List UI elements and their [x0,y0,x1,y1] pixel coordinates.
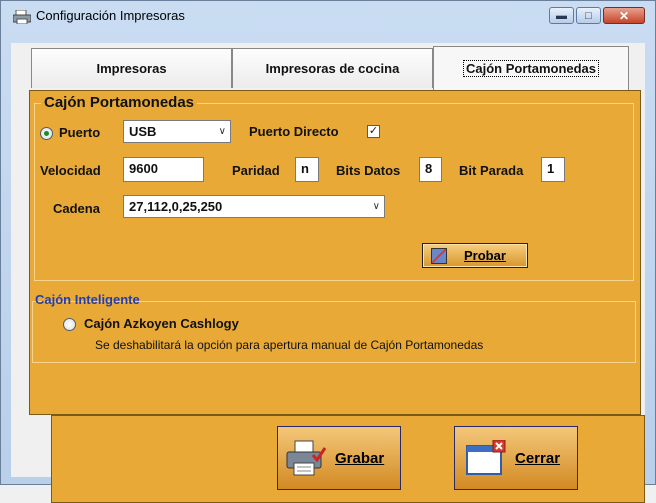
cajon-groupbox: Cajón Portamonedas Puerto USB ∨ Puerto D… [34,94,634,281]
close-icon: ✕ [618,8,630,23]
velocidad-label: Velocidad [40,163,101,178]
maximize-icon: □ [585,9,592,22]
test-icon [431,247,447,264]
tab-impresoras-cocina[interactable]: Impresoras de cocina [232,48,433,88]
window-title: Configuración Impresoras [36,8,185,23]
inteligente-legend: Cajón Inteligente [35,292,140,307]
tab-label: Impresoras de cocina [265,61,400,76]
inteligente-groupbox [32,301,636,363]
bit-parada-label: Bit Parada [459,163,524,178]
puerto-label: Puerto [59,125,101,140]
grabar-label: Grabar [335,449,385,467]
velocidad-value: 9600 [129,161,158,176]
puerto-radio[interactable] [40,127,53,140]
printer-save-icon [286,440,327,476]
cashlogy-radio[interactable] [63,318,76,331]
maximize-button[interactable]: □ [576,7,601,24]
velocidad-field[interactable]: 9600 [123,157,204,182]
cashlogy-note: Se deshabilitará la opción para apertura… [95,338,484,352]
cadena-value: 27,112,0,25,250 [129,199,223,214]
tab-label: Cajón Portamonedas [462,60,600,77]
puerto-value: USB [129,124,157,139]
title-bar[interactable]: Configuración Impresoras ▬ □ ✕ [1,1,655,31]
printer-icon [13,10,31,24]
cajon-panel: Cajón Portamonedas Puerto USB ∨ Puerto D… [29,90,641,415]
bit-parada-value: 1 [547,161,555,176]
tab-cajon-portamonedas[interactable]: Cajón Portamonedas [433,46,629,90]
cadena-select[interactable]: 27,112,0,25,250 ∨ [123,195,385,218]
tab-impresoras[interactable]: Impresoras [31,48,232,88]
grabar-button[interactable]: Grabar [277,426,401,490]
minimize-icon: ▬ [556,9,567,22]
bits-datos-field[interactable]: 8 [419,157,442,182]
puerto-directo-label: Puerto Directo [249,124,339,139]
chevron-down-icon: ∨ [372,201,380,212]
probar-button[interactable]: Probar [422,243,528,268]
bits-datos-label: Bits Datos [336,163,401,178]
cerrar-label: Cerrar [515,449,561,467]
paridad-field[interactable]: n [295,157,319,182]
puerto-select[interactable]: USB ∨ [123,120,231,143]
paridad-value: n [301,161,309,176]
chevron-down-icon: ∨ [218,126,226,137]
minimize-button[interactable]: ▬ [549,7,574,24]
close-button[interactable]: ✕ [603,7,645,24]
cadena-label: Cadena [53,201,100,216]
paridad-label: Paridad [232,163,280,178]
cajon-group-legend: Cajón Portamonedas [41,94,198,111]
bit-parada-field[interactable]: 1 [541,157,565,182]
tab-label: Impresoras [96,61,167,76]
puerto-directo-checkbox[interactable]: ✓ [367,125,380,138]
probar-label: Probar [464,248,506,263]
dialog-client: Impresoras Impresoras de cocina Cajón Po… [11,43,645,503]
window: Configuración Impresoras ▬ □ ✕ Impresora… [0,0,656,503]
bits-datos-value: 8 [425,161,433,176]
cerrar-button[interactable]: Cerrar [454,426,578,490]
button-bar: Grabar Cerrar [51,415,645,503]
close-window-icon [466,440,506,475]
checkmark-icon: ✓ [368,125,379,137]
cashlogy-label: Cajón Azkoyen Cashlogy [84,316,239,331]
